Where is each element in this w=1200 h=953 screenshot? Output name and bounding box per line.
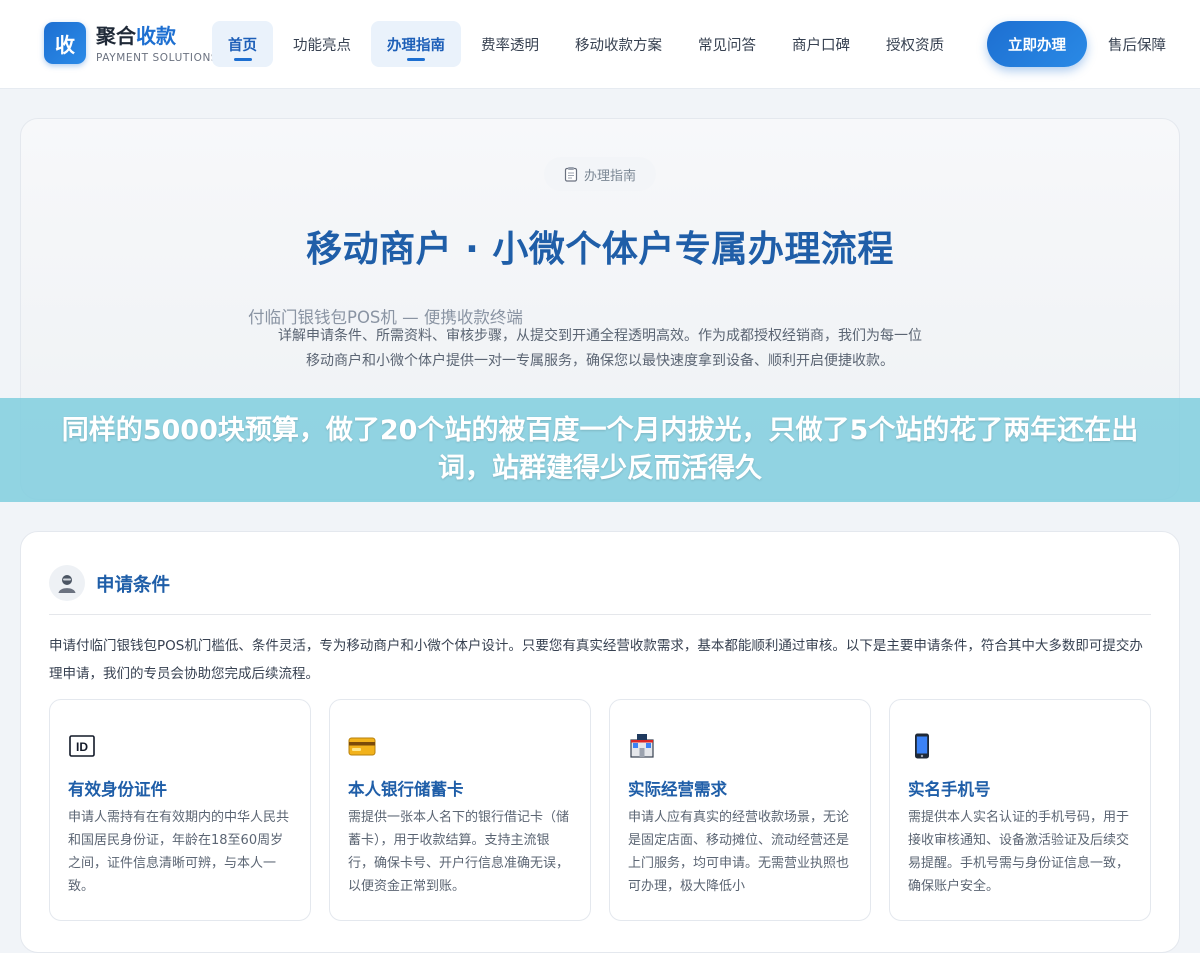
section-divider — [49, 614, 1151, 615]
main-nav: 首页 功能亮点 办理指南 费率透明 移动收款方案 常见问答 商户口碑 授权资质 — [212, 20, 964, 68]
card-title: 有效身份证件 — [68, 780, 167, 799]
condition-card-phone: 实名手机号 需提供本人实名认证的手机号码，用于接收审核通知、设备激活验证及后续交… — [889, 699, 1151, 921]
nav-item-fees[interactable]: 费率透明 — [465, 21, 555, 67]
bank-card-icon — [348, 737, 376, 756]
card-title: 本人银行储蓄卡 — [348, 780, 464, 799]
id-card-icon: ID — [69, 735, 95, 757]
card-description: 需提供本人实名认证的手机号码，用于接收审核通知、设备激活验证及后续交易提醒。手机… — [908, 810, 1130, 894]
card-title: 实际经营需求 — [628, 780, 727, 799]
logo-badge[interactable]: 收 — [44, 22, 86, 64]
nav-item-faq[interactable]: 常见问答 — [682, 21, 772, 67]
card-description: 申请人需持有在有效期内的中华人民共和国居民身份证，年龄在18至60周岁之间，证件… — [68, 810, 290, 894]
storefront-icon — [630, 734, 654, 758]
person-icon — [49, 565, 85, 601]
nav-item-mobile-solutions[interactable]: 移动收款方案 — [559, 21, 678, 67]
overlay-banner-text: 同样的5000块预算，做了20个站的被百度一个月内拔光，只做了5个站的花了两年还… — [61, 415, 1139, 484]
nav-item-after-sales[interactable]: 售后保障 — [1108, 34, 1166, 55]
site-header: 收 聚合收款 PAYMENT SOLUTIONS 首页 功能亮点 办理指南 费率… — [0, 0, 1200, 89]
brand-name[interactable]: 聚合收款 — [96, 20, 176, 49]
nav-item-guide[interactable]: 办理指南 — [371, 21, 461, 67]
apply-now-button[interactable]: 立即办理 — [987, 21, 1087, 67]
hero-description: 详解申请条件、所需资料、审核步骤，从提交到开通全程透明高效。作为成都授权经销商，… — [278, 328, 922, 369]
section-title: 申请条件 — [96, 575, 171, 596]
svg-text:ID: ID — [76, 740, 88, 754]
nav-item-home[interactable]: 首页 — [212, 21, 273, 67]
card-title: 实名手机号 — [908, 780, 991, 799]
clipboard-icon — [564, 167, 578, 182]
condition-card-id: ID 有效身份证件 申请人需持有在有效期内的中华人民共和国居民身份证，年龄在18… — [49, 699, 311, 921]
overlay-banner: 同样的5000块预算，做了20个站的被百度一个月内拔光，只做了5个站的花了两年还… — [0, 398, 1200, 502]
mobile-phone-icon — [915, 733, 929, 759]
hero-pill: 办理指南 — [544, 157, 657, 191]
card-description: 需提供一张本人名下的银行借记卡（储蓄卡），用于收款结算。支持主流银行，确保卡号、… — [348, 810, 570, 894]
nav-item-reviews[interactable]: 商户口碑 — [776, 21, 866, 67]
brand-name-main: 聚合 — [96, 24, 136, 48]
condition-card-bank: 本人银行储蓄卡 需提供一张本人名下的银行借记卡（储蓄卡），用于收款结算。支持主流… — [329, 699, 591, 921]
hero-title: 移动商户 · 小微个体户专属办理流程 — [306, 229, 894, 270]
condition-card-business: 实际经营需求 申请人应有真实的经营收款场景，无论是固定店面、移动摊位、流动经营还… — [609, 699, 871, 921]
hero-pill-label: 办理指南 — [584, 168, 637, 184]
nav-item-credentials[interactable]: 授权资质 — [870, 21, 960, 67]
nav-item-features[interactable]: 功能亮点 — [277, 21, 367, 67]
brand-subtitle: PAYMENT SOLUTIONS — [96, 52, 219, 64]
card-description: 申请人应有真实的经营收款场景，无论是固定店面、移动摊位、流动经营还是上门服务，均… — [628, 810, 850, 894]
brand-name-accent: 收款 — [136, 24, 176, 48]
section-intro: 申请付临门银钱包POS机门槛低、条件灵活，专为移动商户和小微个体户设计。只要您有… — [49, 638, 1143, 682]
